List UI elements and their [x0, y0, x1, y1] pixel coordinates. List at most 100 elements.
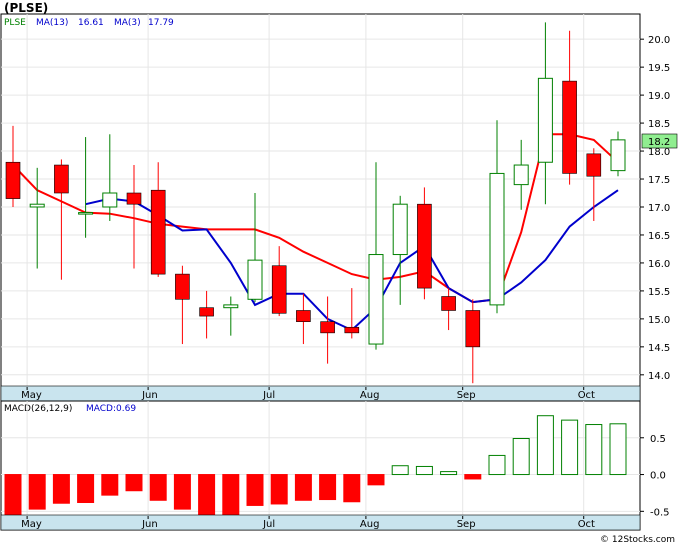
month-label: Jun [141, 390, 158, 401]
candle [271, 246, 287, 317]
month-label: Jul [262, 519, 275, 530]
candle-body-up [78, 212, 94, 215]
candle-body-up [537, 77, 553, 163]
candle [320, 296, 335, 364]
macd-bar-positive [512, 438, 530, 476]
chart-title: (PLSE) [4, 1, 48, 15]
price-tick-label: 19.5 [648, 63, 670, 74]
macd-bar-negative [125, 474, 143, 492]
macd-bar-positive [536, 415, 554, 476]
macd-legend-label: MACD(26,12,9) [4, 404, 72, 414]
last-price-label: 18.2 [648, 137, 670, 148]
macd-bar-positive [415, 465, 433, 476]
legend-ma13-label: MA(13) [36, 18, 68, 28]
candle [392, 195, 408, 305]
price-panel-frame [0, 13, 641, 402]
candle-body-down [344, 326, 360, 334]
candle-body-down [296, 310, 311, 322]
month-label: May [21, 519, 42, 530]
macd-bar-negative [173, 474, 191, 510]
candle [247, 193, 263, 303]
candle-body-down [271, 265, 287, 314]
macd-bar-negative [77, 474, 95, 503]
month-label: Jun [141, 519, 158, 530]
price-tick-label: 14.5 [648, 343, 670, 354]
candle-body-down [199, 307, 214, 317]
chart-canvas: (PLSE) PLSE MA(13) 16.61 MA(3) 17.79 14.… [0, 1, 678, 545]
candle-body-up [610, 139, 626, 172]
month-label: Sep [457, 519, 476, 530]
candle [29, 167, 45, 269]
candle-body-down [441, 296, 456, 311]
macd-bar-negative [4, 474, 22, 516]
legend-ma13-value: 16.61 [78, 18, 104, 28]
candle [199, 290, 214, 339]
candle-body-down [465, 310, 481, 348]
candle-body-down [562, 80, 577, 174]
month-label: May [21, 390, 42, 401]
macd-bar-negative [198, 474, 216, 516]
candle [513, 139, 529, 210]
candle [5, 125, 21, 207]
macd-bar-negative [149, 474, 167, 501]
macd-bar-positive [440, 471, 458, 476]
candle [175, 265, 190, 345]
macd-bar-negative [294, 474, 312, 501]
month-label: Sep [457, 390, 476, 401]
candlesticks [5, 22, 626, 384]
macd-bar-negative [246, 474, 264, 506]
macd-histogram [4, 415, 627, 516]
macd-tick-label: 0.0 [650, 471, 666, 482]
month-label: Aug [360, 390, 380, 401]
candle-body-down [586, 153, 602, 177]
candle-body-up [247, 259, 263, 300]
candle-body-down [417, 203, 432, 289]
month-label: Oct [578, 519, 595, 530]
macd-tick-label: -0.5 [650, 507, 670, 518]
month-label: Aug [360, 519, 380, 530]
candle [465, 299, 481, 384]
candle [344, 288, 360, 339]
candle-body-down [54, 164, 69, 194]
price-tick-label: 16.5 [648, 231, 670, 242]
macd-bar-positive [561, 419, 579, 476]
candle [489, 120, 505, 314]
legend-ma3-value: 17.79 [148, 18, 174, 28]
candle-body-up [29, 203, 45, 208]
macd-y-axis: -0.5 0.0 0.5 [640, 434, 670, 518]
candle [610, 131, 626, 177]
candle-body-up [102, 192, 118, 208]
price-tick-label: 16.0 [648, 259, 670, 270]
price-tick-label: 14.0 [648, 371, 670, 382]
candle-body-up [513, 164, 529, 186]
macd-bar-negative [367, 474, 385, 486]
macd-bar-negative [319, 474, 337, 501]
price-tick-label: 15.5 [648, 287, 670, 298]
price-month-band [0, 385, 641, 402]
candle [296, 293, 311, 345]
legend-symbol: PLSE [4, 18, 26, 28]
macd-bar-negative [52, 474, 70, 504]
candle-body-down [150, 189, 166, 275]
price-tick-label: 17.5 [648, 175, 670, 186]
candle [78, 137, 94, 238]
candle [417, 187, 432, 300]
candle-body-down [320, 321, 335, 334]
candle-body-up [368, 254, 384, 345]
macd-bar-negative [101, 474, 119, 496]
macd-bar-negative [222, 474, 240, 516]
candle [368, 162, 384, 350]
price-tick-label: 17.0 [648, 203, 670, 214]
last-price-marker: 18.2 [641, 133, 678, 149]
macd-bar-positive [609, 423, 627, 476]
legend-ma3-label: MA(3) [114, 18, 141, 28]
copyright-footer: © 12Stocks.com [600, 535, 675, 545]
price-tick-label: 20.0 [648, 35, 670, 46]
macd-tick-label: 0.5 [650, 434, 666, 445]
price-tick-label: 15.0 [648, 315, 670, 326]
month-label: Jul [262, 390, 275, 401]
candle-body-up [223, 304, 239, 309]
candle [441, 288, 456, 331]
candle [223, 296, 239, 336]
price-y-axis: 14.0 14.5 15.0 15.5 16.0 16.5 17.0 17.5 18.0 18.5… [640, 35, 670, 382]
